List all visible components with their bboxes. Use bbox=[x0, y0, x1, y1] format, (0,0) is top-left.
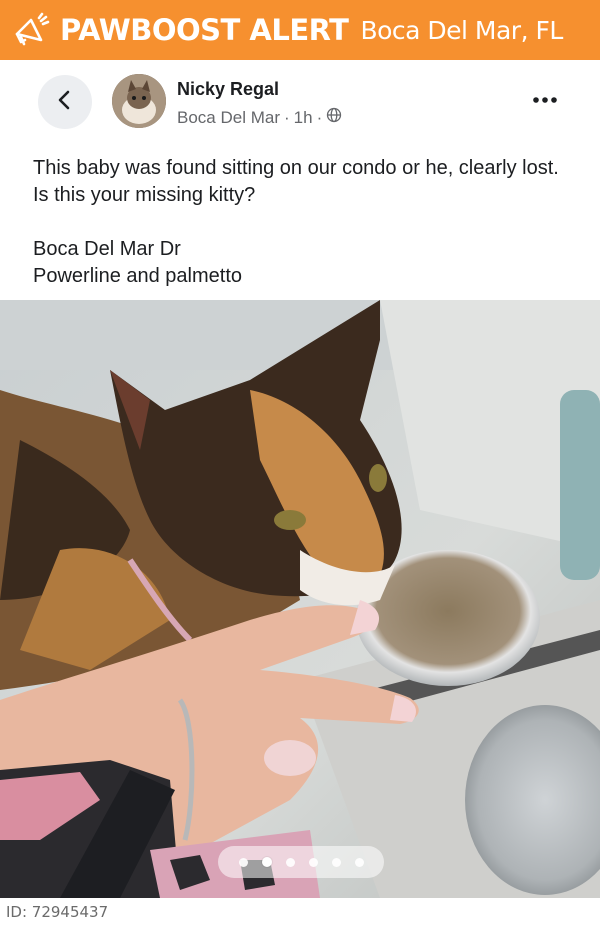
megaphone-icon bbox=[8, 7, 54, 53]
more-options-button[interactable] bbox=[528, 88, 562, 112]
carousel-dot-active[interactable] bbox=[261, 857, 272, 867]
carousel-dot[interactable] bbox=[331, 857, 341, 867]
post-body: This baby was found sitting on our condo… bbox=[33, 155, 573, 290]
meta-separator: · bbox=[283, 107, 290, 127]
back-button[interactable] bbox=[38, 75, 92, 129]
group-name[interactable]: Boca Del Mar bbox=[177, 108, 280, 128]
alert-brand-title: PAWBOOST ALERT bbox=[60, 13, 349, 47]
post-header: Nicky Regal Boca Del Mar · 1h · bbox=[0, 60, 600, 146]
carousel-dot[interactable] bbox=[308, 857, 318, 867]
more-dots-icon bbox=[532, 91, 558, 109]
post-location-street: Boca Del Mar Dr bbox=[33, 238, 181, 260]
carousel-dot[interactable] bbox=[238, 857, 248, 867]
post-location-cross-streets: Powerline and palmetto bbox=[33, 265, 243, 287]
alert-id: ID: 72945437 bbox=[6, 903, 109, 921]
carousel-indicator[interactable] bbox=[218, 846, 384, 878]
post-message: This baby was found sitting on our condo… bbox=[33, 157, 559, 206]
author-name[interactable]: Nicky Regal bbox=[177, 79, 279, 100]
globe-icon bbox=[326, 107, 342, 128]
found-cat-photo bbox=[0, 300, 600, 898]
alert-location: Boca Del Mar, FL bbox=[360, 15, 563, 45]
avatar[interactable] bbox=[112, 74, 166, 128]
carousel-dot[interactable] bbox=[285, 857, 295, 867]
alert-banner: PAWBOOST ALERT Boca Del Mar, FL bbox=[0, 0, 600, 60]
post-time[interactable]: 1h bbox=[294, 108, 313, 128]
meta-separator: · bbox=[316, 107, 323, 127]
post-photo[interactable] bbox=[0, 300, 600, 898]
chevron-left-icon bbox=[54, 89, 76, 116]
post-meta: Boca Del Mar · 1h · bbox=[177, 107, 342, 128]
carousel-dot[interactable] bbox=[354, 857, 364, 867]
